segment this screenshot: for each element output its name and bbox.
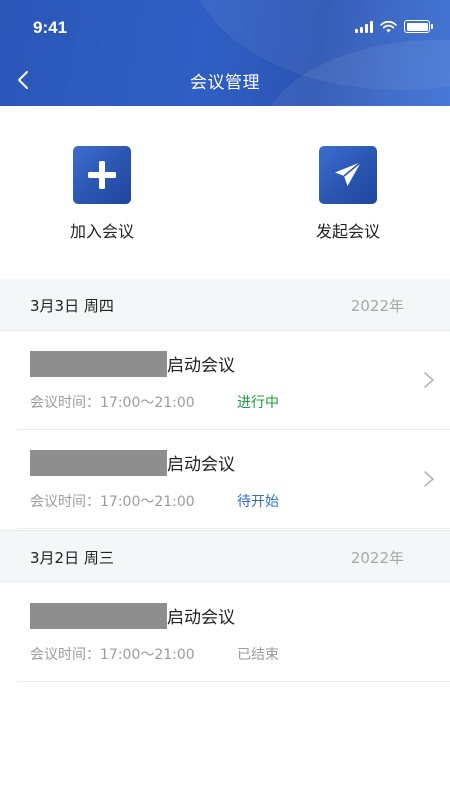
date-label: 3月3日 周四 <box>30 297 114 315</box>
battery-icon <box>404 20 433 33</box>
app-header: 9:41 会议管理 <box>0 0 450 106</box>
redacted-name <box>30 350 167 377</box>
date-header: 3月3日 周四 2022年 <box>0 279 450 331</box>
start-meeting-button[interactable]: 发起会议 <box>293 146 403 242</box>
join-meeting-button[interactable]: 加入会议 <box>47 146 157 242</box>
meeting-title: 启动会议 <box>167 455 235 475</box>
status-badge: 已结束 <box>237 647 279 663</box>
chevron-right-icon <box>424 372 435 388</box>
join-meeting-label: 加入会议 <box>69 222 134 241</box>
year-label: 2022年 <box>350 297 404 315</box>
meeting-list-item[interactable]: 启动会议 会议时间：17:00～21:00 进行中 <box>17 332 450 430</box>
status-badge: 进行中 <box>237 395 279 411</box>
plus-icon <box>73 146 131 204</box>
wifi-icon <box>380 20 397 32</box>
date-header: 3月2日 周三 2022年 <box>0 530 450 582</box>
quick-actions: 加入会议 发起会议 <box>0 106 450 279</box>
meeting-list-item[interactable]: 启动会议 会议时间：17:00～21:00 已结束 <box>17 584 450 682</box>
meeting-title: 启动会议 <box>167 608 235 628</box>
start-meeting-label: 发起会议 <box>315 222 380 241</box>
status-badge: 待开始 <box>237 494 279 510</box>
page-title: 会议管理 <box>190 73 260 93</box>
meeting-list-item[interactable]: 启动会议 会议时间：17:00～21:00 待开始 <box>17 431 450 529</box>
year-label: 2022年 <box>350 549 404 567</box>
paper-plane-icon <box>319 146 377 204</box>
chevron-right-icon <box>424 471 435 487</box>
date-label: 3月2日 周三 <box>30 549 114 567</box>
status-time: 9:41 <box>33 18 68 37</box>
meeting-time: 会议时间：17:00～21:00 <box>30 647 195 663</box>
meeting-title: 启动会议 <box>167 356 235 376</box>
status-icons <box>355 20 433 33</box>
redacted-name <box>30 449 167 476</box>
meeting-time: 会议时间：17:00～21:00 <box>30 395 195 411</box>
cellular-signal-icon <box>355 20 373 33</box>
meeting-time: 会议时间：17:00～21:00 <box>30 494 195 510</box>
redacted-name <box>30 602 167 629</box>
